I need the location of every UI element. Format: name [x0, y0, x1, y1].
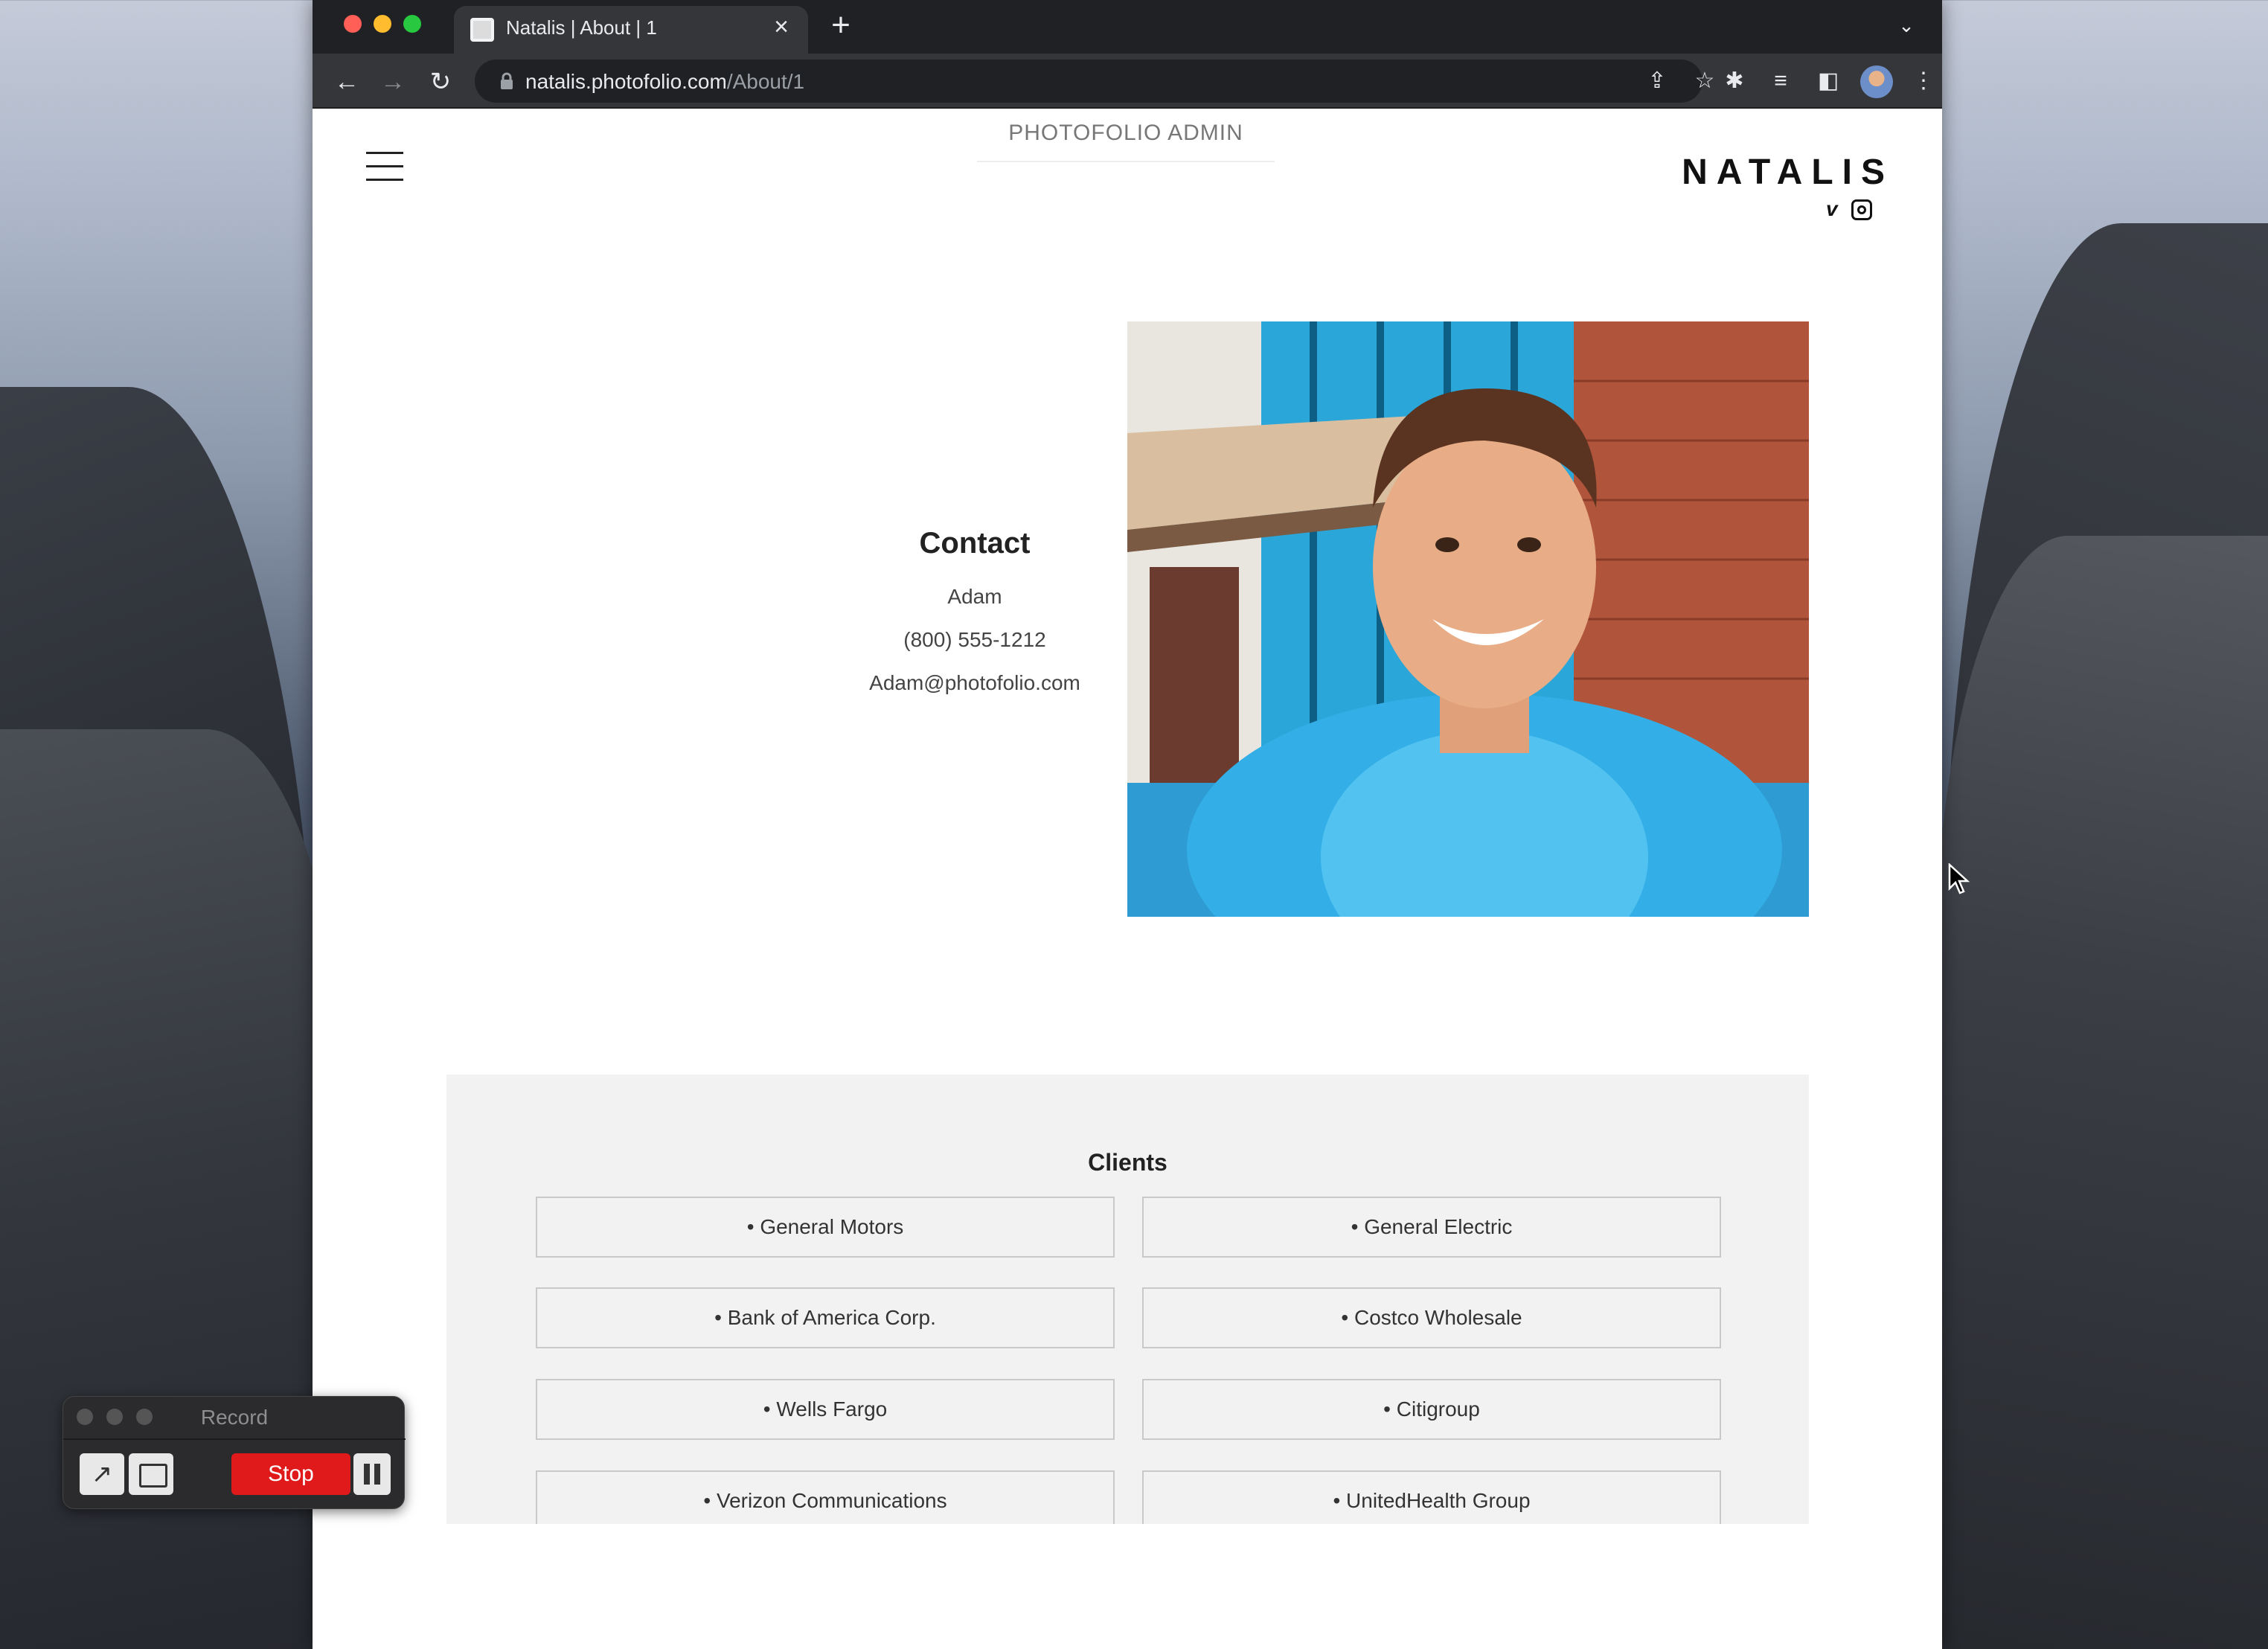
reload-icon[interactable]: ↻ [424, 65, 457, 98]
tab-title: Natalis | About | 1 [506, 16, 657, 39]
contact-email[interactable]: Adam@photofolio.com [826, 671, 1124, 695]
url-text: natalis.photofolio.com/About/1 [525, 70, 804, 94]
bookmark-star-icon[interactable]: ☆ [1691, 67, 1719, 95]
window-minimize-button[interactable] [374, 15, 391, 33]
window-capture-icon[interactable] [129, 1453, 173, 1495]
browser-window: Natalis | About | 1 × + ⌄ ← → ↻ natalis.… [313, 0, 1942, 1649]
vimeo-icon[interactable]: v [1826, 198, 1848, 220]
url-path: /About/1 [726, 70, 805, 93]
client-item[interactable]: General Motors [536, 1197, 1115, 1258]
client-item[interactable]: Citigroup [1142, 1379, 1721, 1440]
mouse-cursor-icon [1948, 863, 1970, 894]
desktop-rock-right-lower [1935, 536, 2268, 1649]
favicon-icon [470, 18, 494, 42]
profile-photo [1127, 321, 1809, 917]
tab-bar: Natalis | About | 1 × + ⌄ [313, 0, 1942, 54]
clients-heading: Clients [1088, 1149, 1167, 1176]
address-bar[interactable]: natalis.photofolio.com/About/1 ⇪ ☆ [475, 60, 1714, 103]
contact-phone: (800) 555-1212 [903, 628, 1046, 651]
record-widget: Record ↗ Stop [63, 1396, 406, 1509]
recorder-title: Record [200, 1406, 269, 1429]
recorder-divider [63, 1438, 406, 1440]
photofolio-admin-link[interactable]: PHOTOFOLIO ADMIN [977, 121, 1275, 162]
clients-section: Clients General Motors General Electric … [446, 1075, 1809, 1524]
browser-toolbar: ← → ↻ natalis.photofolio.com/About/1 ⇪ ☆… [313, 54, 1942, 109]
forward-arrow-icon[interactable]: → [377, 65, 409, 98]
close-icon[interactable]: × [769, 14, 793, 39]
media-control-icon[interactable]: ≡ [1765, 65, 1796, 97]
hamburger-icon[interactable] [366, 152, 403, 182]
arrow-tool-icon[interactable]: ↗ [80, 1453, 124, 1495]
desktop-rock-left-lower [0, 729, 342, 1649]
contact-heading: Contact [919, 527, 1031, 560]
client-item[interactable]: Verizon Communications [536, 1470, 1115, 1524]
lock-icon [501, 72, 513, 89]
window-zoom-button[interactable] [403, 15, 421, 33]
profile-avatar[interactable] [1860, 65, 1893, 98]
pause-icon[interactable] [353, 1453, 391, 1495]
web-page: PHOTOFOLIO ADMIN NATALIS v Contact Adam … [313, 110, 1942, 1649]
back-arrow-icon[interactable]: ← [330, 65, 363, 98]
side-panel-icon[interactable]: ◧ [1813, 65, 1844, 97]
window-close-button[interactable] [344, 15, 362, 33]
stop-button[interactable]: Stop [231, 1453, 350, 1495]
client-item[interactable]: Wells Fargo [536, 1379, 1115, 1440]
client-item[interactable]: UnitedHealth Group [1142, 1470, 1721, 1524]
tab-search-chevron-icon[interactable]: ⌄ [1894, 13, 1918, 37]
tab-active[interactable]: Natalis | About | 1 × [454, 6, 808, 54]
site-logo[interactable]: NATALIS [1637, 152, 1894, 193]
client-item[interactable]: General Electric [1142, 1197, 1721, 1258]
client-item[interactable]: Bank of America Corp. [536, 1287, 1115, 1348]
instagram-icon[interactable] [1851, 199, 1872, 220]
contact-name: Adam [947, 585, 1002, 608]
client-item[interactable]: Costco Wholesale [1142, 1287, 1721, 1348]
extensions-puzzle-icon[interactable]: ✱ [1719, 65, 1750, 97]
share-icon[interactable]: ⇪ [1643, 67, 1671, 95]
new-tab-plus-icon[interactable]: + [826, 9, 856, 42]
url-host: natalis.photofolio.com [525, 70, 727, 93]
kebab-menu-icon[interactable]: ⋮ [1908, 65, 1939, 97]
